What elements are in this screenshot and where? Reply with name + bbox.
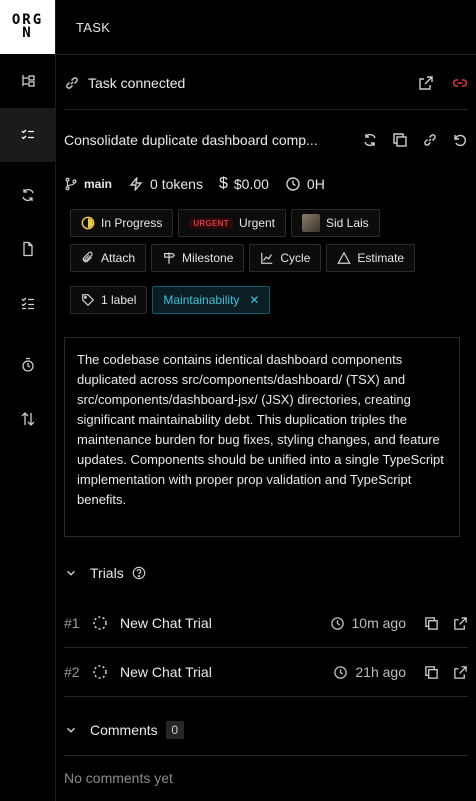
remove-label-icon[interactable]: ✕ (249, 293, 259, 307)
copy-icon[interactable] (392, 132, 408, 148)
tag-icon (82, 294, 95, 307)
trial-name: New Chat Trial (120, 615, 212, 631)
task-description[interactable]: The codebase contains identical dashboar… (64, 337, 460, 537)
link-icon (66, 77, 78, 89)
loading-spinner-icon (93, 616, 107, 630)
link-icon[interactable] (422, 132, 438, 148)
task-panel: Task connected Consolidate duplicate das… (56, 55, 476, 801)
status-button[interactable]: In Progress (70, 209, 174, 237)
trial-name: New Chat Trial (120, 664, 212, 680)
dollar-icon: $ (218, 175, 228, 192)
connection-row: Task connected (64, 68, 468, 98)
chevron-down-icon (67, 727, 75, 733)
task-title-row: Consolidate duplicate dashboard comp... (64, 125, 468, 155)
comments-header[interactable]: Comments 0 (64, 719, 468, 741)
trial-number: #1 (64, 615, 80, 631)
cycle-label: Cycle (280, 251, 311, 265)
labels-row: 1 label Maintainability ✕ (70, 286, 468, 314)
external-link-icon[interactable] (453, 616, 468, 631)
clock-icon (334, 665, 348, 679)
clock-icon (286, 177, 300, 191)
divider (64, 755, 468, 756)
branch-icon (65, 177, 77, 191)
avatar (301, 214, 320, 232)
label-count: 1 label (101, 293, 137, 307)
logo-line-2: N (22, 25, 33, 41)
trial-row[interactable]: #2 New Chat Trial 21h ago (64, 648, 468, 696)
comments-count-badge: 0 (165, 721, 184, 739)
urgent-tag: URGENT (189, 217, 233, 229)
trials-header[interactable]: Trials (64, 562, 468, 584)
sidebar-item-checklist[interactable] (0, 276, 55, 330)
sidebar-item-history[interactable] (0, 338, 55, 392)
chart-icon (261, 252, 273, 264)
attach-button[interactable]: Attach (70, 244, 147, 272)
help-icon[interactable] (132, 566, 146, 580)
external-link-icon[interactable] (453, 665, 468, 680)
top-bar: TASK (56, 0, 476, 55)
sync-icon (21, 188, 34, 202)
lightning-icon (129, 177, 143, 191)
sidebar-item-sort[interactable] (0, 392, 55, 446)
label-tag-text: Maintainability (163, 293, 240, 307)
trial-time: 21h ago (355, 664, 406, 680)
assignee-button[interactable]: Sid Lais (290, 209, 380, 237)
signpost-icon (164, 252, 176, 264)
token-count: 0 tokens (150, 176, 203, 192)
time-spent: 0H (306, 176, 325, 192)
loading-spinner-icon (93, 665, 107, 679)
task-meta-row: main 0 tokens $ $0.00 0H (64, 171, 468, 197)
attach-label: Attach (101, 251, 136, 265)
connection-status: Task connected (88, 75, 186, 91)
sort-icon (21, 412, 34, 426)
divider (64, 696, 468, 697)
refresh-icon[interactable] (362, 132, 378, 148)
paperclip-icon (82, 251, 93, 263)
comments-title: Comments (90, 722, 158, 738)
clock-icon (330, 616, 344, 630)
milestone-button[interactable]: Milestone (151, 244, 245, 272)
history-icon (21, 357, 34, 372)
copy-icon[interactable] (424, 616, 439, 631)
labels-button[interactable]: 1 label (70, 286, 148, 314)
label-tag-maintainability[interactable]: Maintainability ✕ (152, 286, 271, 314)
sidebar: ORG N (0, 0, 56, 801)
divider (64, 109, 468, 110)
trial-number: #2 (64, 664, 80, 680)
assignee-name: Sid Lais (325, 216, 369, 230)
sidebar-item-sync[interactable] (0, 168, 55, 222)
undo-icon[interactable] (452, 132, 468, 148)
trial-row[interactable]: #1 New Chat Trial 10m ago (64, 599, 468, 647)
external-link-icon[interactable] (418, 75, 434, 91)
estimate-label: Estimate (357, 251, 405, 265)
milestone-label: Milestone (182, 251, 234, 265)
estimate-button[interactable]: Estimate (326, 244, 416, 272)
logo[interactable]: ORG N (0, 0, 55, 54)
priority-label: Urgent (238, 216, 275, 230)
unlink-icon[interactable] (452, 75, 468, 91)
task-cost: $0.00 (233, 176, 269, 192)
chevron-down-icon (67, 570, 75, 576)
trials-title: Trials (90, 565, 124, 581)
sidebar-item-tasks[interactable] (0, 108, 55, 162)
task-list-icon (21, 129, 34, 140)
cycle-button[interactable]: Cycle (249, 244, 322, 272)
sidebar-item-tree[interactable] (0, 54, 55, 108)
status-label: In Progress (101, 216, 163, 230)
in-progress-icon (81, 216, 95, 230)
properties-row-2: Attach Milestone Cycle Estimate (70, 244, 468, 272)
priority-button[interactable]: URGENT Urgent (178, 209, 286, 237)
branch-name: main (84, 177, 113, 191)
copy-icon[interactable] (424, 665, 439, 680)
document-icon (22, 241, 33, 257)
sidebar-item-documents[interactable] (0, 222, 55, 276)
properties-row-1: In Progress URGENT Urgent Sid Lais (70, 209, 468, 237)
checklist-icon (21, 297, 34, 310)
triangle-icon (337, 251, 352, 264)
task-title: Consolidate duplicate dashboard comp... (64, 132, 318, 148)
comments-empty-text: No comments yet (64, 770, 173, 786)
page-title: TASK (76, 19, 111, 35)
trial-time: 10m ago (351, 615, 406, 631)
tree-icon (21, 75, 35, 87)
